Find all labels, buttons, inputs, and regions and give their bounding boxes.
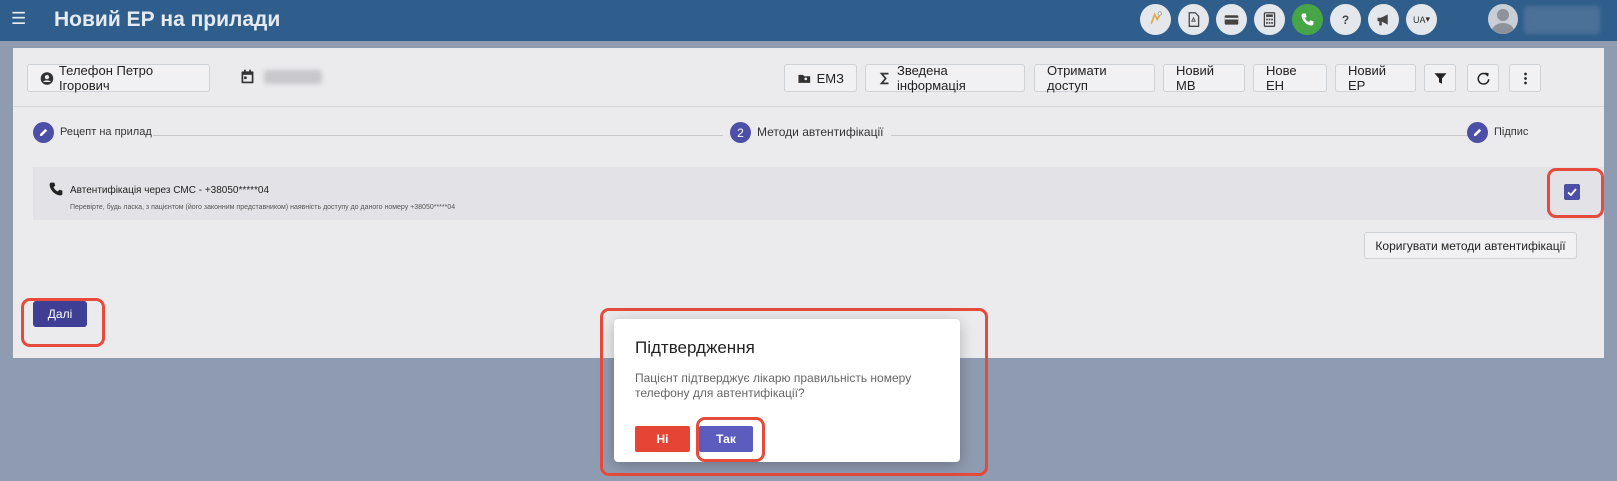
get-access-label: Отримати доступ — [1047, 63, 1107, 93]
auth-method-hint: Перевірте, будь ласка, з пацієнтом (його… — [70, 204, 456, 211]
edit-auth-methods-button[interactable]: Коригувати методи автентифікації — [1364, 232, 1577, 259]
step-2-number: 2 — [730, 122, 751, 143]
dialog-message: Пацієнт підтверджує лікарю правильність … — [635, 371, 912, 400]
date-blurred — [264, 70, 322, 84]
get-access-button[interactable]: Отримати доступ — [1034, 63, 1155, 93]
step-2-label: Методи автентифікації — [757, 125, 884, 139]
avatar[interactable] — [1488, 4, 1518, 34]
patient-toolbar: Телефон Петро Ігорович ЕМЗ Зведена інфор… — [27, 48, 1604, 104]
language-label: UA — [1412, 14, 1426, 25]
page-title: Новий ЕР на прилади — [54, 8, 281, 31]
refresh-icon — [1477, 72, 1489, 85]
step-1-label: Рецепт на прилад — [60, 126, 152, 138]
new-er-label: Новий ЕР — [1348, 63, 1387, 93]
filter-button[interactable] — [1424, 64, 1456, 92]
step-1-edit-icon — [33, 122, 54, 143]
emz-label: ЕМЗ — [816, 70, 844, 86]
no-button[interactable]: Ні — [635, 426, 690, 452]
filter-icon — [1434, 72, 1446, 84]
svg-text:?: ? — [1342, 13, 1349, 27]
summary-label: Зведена інформація — [897, 63, 966, 93]
calculator-icon[interactable] — [1254, 4, 1285, 35]
stepper-connector — [153, 135, 723, 136]
patient-name: Телефон Петро Ігорович — [58, 63, 154, 93]
menu-icon[interactable]: ☰ — [11, 9, 26, 29]
phone-icon — [49, 182, 63, 196]
step-3-edit-icon — [1467, 122, 1488, 143]
more-menu-button[interactable] — [1509, 64, 1541, 92]
megaphone-icon[interactable] — [1368, 4, 1399, 35]
new-er-button[interactable]: Новий ЕР — [1335, 63, 1416, 93]
folder-person-icon — [798, 74, 811, 83]
pdf-icon[interactable] — [1178, 4, 1209, 35]
highlight-checkbox — [1547, 168, 1604, 218]
confirmation-dialog: Підтвердження Пацієнт підтверджує лікарю… — [614, 319, 960, 462]
new-mv-button[interactable]: Новий МВ — [1163, 63, 1245, 93]
calendar-icon — [241, 69, 254, 84]
dialog-title: Підтвердження — [635, 338, 755, 357]
summary-button[interactable]: Зведена інформація — [865, 63, 1025, 93]
language-selector[interactable]: UA ▾ — [1406, 4, 1437, 35]
new-en-button[interactable]: Нове ЕН — [1253, 63, 1327, 93]
auth-method-title: Автентифікація через СМС - +38050*****04 — [70, 185, 270, 196]
divider — [13, 106, 1604, 107]
patient-chip[interactable]: Телефон Петро Ігорович — [27, 63, 210, 93]
new-mv-label: Новий МВ — [1176, 63, 1215, 93]
auth-method-row[interactable]: Автентифікація через СМС - +38050*****04… — [33, 167, 1603, 220]
stepper-connector — [891, 135, 1468, 136]
highlight-yes-button — [696, 417, 765, 462]
chevron-down-icon: ▾ — [1425, 14, 1431, 24]
user-name-blurred — [1524, 6, 1600, 34]
more-vertical-icon — [1523, 72, 1527, 84]
sigma-icon — [879, 72, 889, 84]
helsi-icon[interactable] — [1140, 4, 1171, 35]
app-header: ☰ Новий ЕР на прилади ? UA ▾ — [0, 0, 1617, 41]
emz-button[interactable]: ЕМЗ — [784, 64, 857, 92]
help-icon[interactable]: ? — [1330, 4, 1361, 35]
step-3-label: Підпис — [1494, 126, 1529, 138]
phone-icon[interactable] — [1292, 4, 1323, 35]
refresh-button[interactable] — [1467, 64, 1499, 92]
new-en-label: Нове ЕН — [1266, 63, 1297, 93]
highlight-next-button — [21, 298, 105, 347]
card-icon[interactable] — [1216, 4, 1247, 35]
person-icon — [40, 71, 54, 85]
